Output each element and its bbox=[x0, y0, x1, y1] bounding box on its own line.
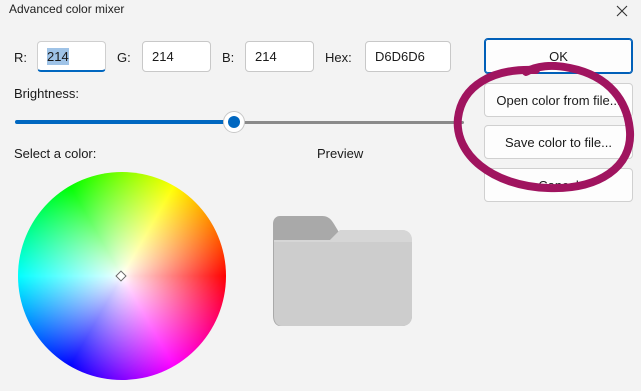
annotation-circle bbox=[453, 62, 635, 193]
r-value: 214 bbox=[47, 47, 69, 65]
close-button[interactable] bbox=[604, 0, 640, 22]
r-label: R: bbox=[14, 50, 27, 65]
g-value: 214 bbox=[152, 49, 174, 64]
g-label: G: bbox=[117, 50, 131, 65]
hex-input[interactable]: D6D6D6 bbox=[365, 41, 451, 72]
window-title: Advanced color mixer bbox=[9, 2, 125, 16]
preview-label: Preview bbox=[317, 146, 364, 161]
hex-label: Hex: bbox=[325, 50, 352, 65]
close-icon bbox=[616, 5, 628, 17]
b-value: 214 bbox=[255, 49, 277, 64]
brightness-slider-track[interactable] bbox=[234, 121, 464, 124]
b-input[interactable]: 214 bbox=[245, 41, 314, 72]
hex-value: D6D6D6 bbox=[375, 49, 425, 64]
select-color-label: Select a color: bbox=[14, 146, 97, 161]
folder-icon bbox=[273, 216, 412, 326]
color-mixer-dialog: Advanced color mixer R: 214 G: 214 B: 21… bbox=[0, 0, 641, 391]
g-input[interactable]: 214 bbox=[142, 41, 211, 72]
brightness-slider-fill[interactable] bbox=[15, 120, 234, 124]
r-input[interactable]: 214 bbox=[37, 41, 106, 72]
brightness-slider-thumb[interactable] bbox=[223, 111, 245, 133]
brightness-label: Brightness: bbox=[14, 86, 80, 101]
b-label: B: bbox=[222, 50, 235, 65]
slider-thumb-dot bbox=[228, 116, 240, 128]
